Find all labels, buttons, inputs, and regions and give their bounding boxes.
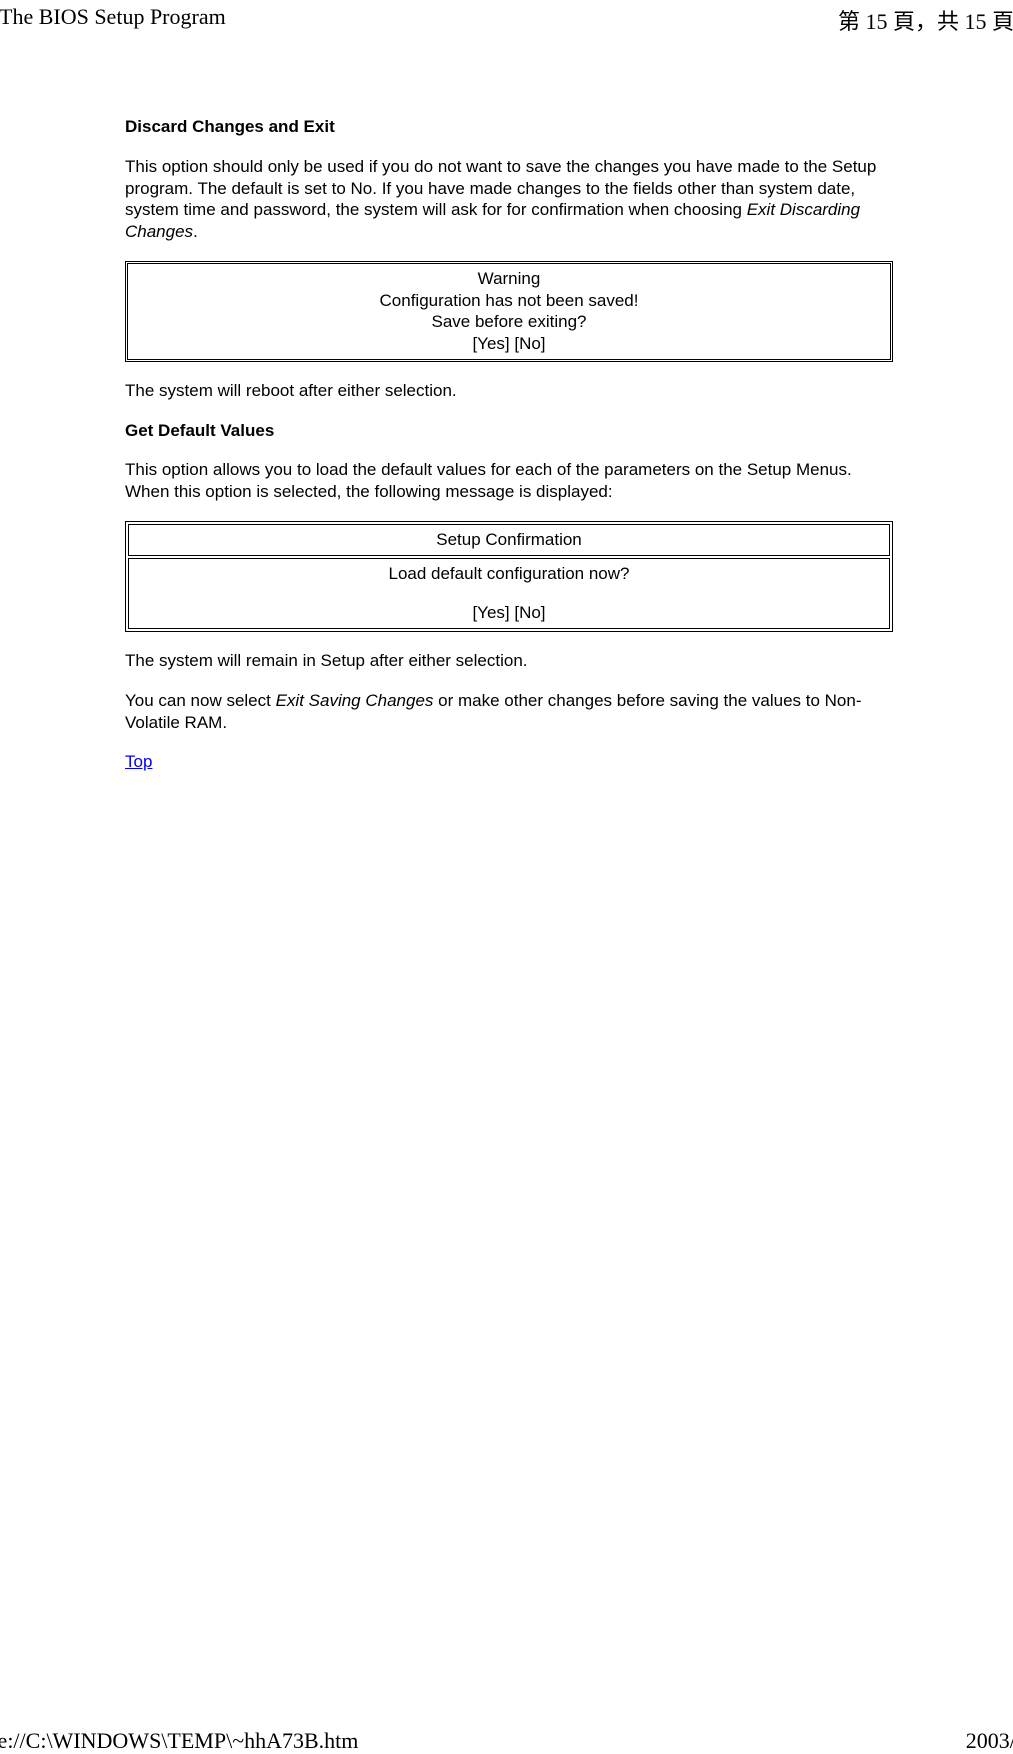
footer-path: file://C:\WINDOWS\TEMP\~hhA73B.htm xyxy=(0,1728,358,1754)
warning-options: [Yes] [No] xyxy=(134,333,884,355)
top-link-wrap: Top xyxy=(125,751,893,773)
warning-line: Warning xyxy=(134,268,884,290)
warning-line: Save before exiting? xyxy=(134,311,884,333)
paragraph-remain: The system will remain in Setup after ei… xyxy=(125,650,893,672)
warning-line: Configuration has not been saved! xyxy=(134,290,884,312)
text-run: You can now select xyxy=(125,691,276,710)
page-header: The BIOS Setup Program 第 15 頁，共 15 頁 xyxy=(0,0,1013,36)
page-indicator: 第 15 頁，共 15 頁 xyxy=(838,4,1013,36)
confirm-body: Load default configuration now? [Yes] [N… xyxy=(128,558,890,630)
confirmation-box: Setup Confirmation Load default configur… xyxy=(125,521,893,632)
main-content: Discard Changes and Exit This option sho… xyxy=(0,36,1013,773)
paragraph-reboot: The system will reboot after either sele… xyxy=(125,380,893,402)
confirm-title: Setup Confirmation xyxy=(128,524,890,556)
confirm-options: [Yes] [No] xyxy=(135,602,883,624)
text-run: . xyxy=(193,222,198,241)
warning-box: Warning Configuration has not been saved… xyxy=(125,261,893,362)
section-heading-default: Get Default Values xyxy=(125,420,893,442)
paragraph-discard-desc: This option should only be used if you d… xyxy=(125,156,893,243)
footer-date: 2003/8/15 xyxy=(966,1728,1013,1754)
page-footer: file://C:\WINDOWS\TEMP\~hhA73B.htm 2003/… xyxy=(0,1728,1013,1754)
section-heading-discard: Discard Changes and Exit xyxy=(125,116,893,138)
spacer xyxy=(135,584,883,602)
paragraph-default-desc: This option allows you to load the defau… xyxy=(125,459,893,503)
top-link[interactable]: Top xyxy=(125,752,152,771)
confirm-line: Load default configuration now? xyxy=(135,563,883,585)
paragraph-exit-save: You can now select Exit Saving Changes o… xyxy=(125,690,893,734)
text-emph: Exit Saving Changes xyxy=(276,691,434,710)
doc-title: The BIOS Setup Program xyxy=(0,4,226,36)
